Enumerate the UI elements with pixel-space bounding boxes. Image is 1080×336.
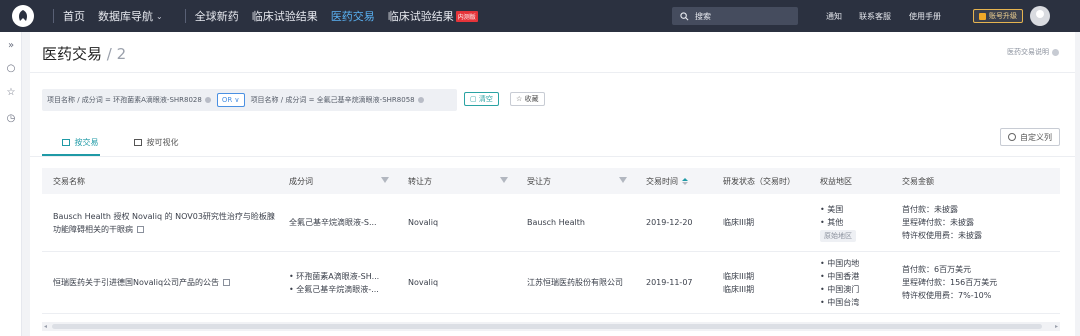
region-tag: 原始地区 — [820, 230, 856, 242]
chevron-down-icon: ⌄ — [156, 11, 163, 21]
app-logo-icon[interactable] — [12, 5, 34, 27]
filter-icon[interactable] — [500, 177, 508, 183]
transferor-cell: Novaliq — [408, 278, 439, 287]
amount-cell: 首付款：6百万美元 里程碑付款：156百万美元 特许权使用费：7%-10% — [902, 265, 998, 300]
chat-icon[interactable]: ○ — [5, 63, 17, 75]
ingredient-cell: 环孢菌素A滴眼液-SH... 全氟己基辛烷滴眼液-... — [278, 252, 397, 313]
question-icon — [1052, 48, 1059, 56]
scroll-right-icon[interactable]: ▸ — [1055, 323, 1058, 330]
crown-icon — [979, 12, 986, 20]
deal-name-cell[interactable]: 恒瑞医药关于引进德国Novaliq公司产品的公告 — [42, 252, 278, 313]
link-contact-support[interactable]: 联系客服 — [859, 0, 891, 32]
tab-by-deal[interactable]: 按交易 — [42, 128, 118, 156]
grid-icon — [133, 138, 142, 146]
dev-status-cell: 临床III期 — [723, 218, 755, 227]
tab-by-visualization[interactable]: 按可视化 — [118, 128, 194, 156]
filter-chip[interactable]: 项目名称 / 成分词 = 全氟己基辛烷滴眼液-SHR8058 — [251, 95, 424, 105]
upgrade-button[interactable]: 账号升级 — [973, 9, 1023, 23]
nav-pharma-deals[interactable]: 医药交易 — [331, 8, 375, 24]
gear-icon — [1008, 133, 1016, 141]
scrollbar-thumb[interactable] — [52, 324, 1042, 329]
region-cell: 美国 其他 原始地区 — [809, 194, 891, 251]
search-icon — [680, 11, 689, 20]
nav-clinical-results[interactable]: 临床试验结果 — [252, 8, 318, 24]
nav-clinical-results-beta[interactable]: 临床试验结果 内测版 — [388, 8, 478, 24]
nav-home[interactable]: 首页 — [63, 8, 85, 24]
divider — [30, 72, 1075, 73]
region-cell: 中国内地 中国香港 中国澳门 中国台湾 — [809, 252, 891, 313]
filter-bar: 项目名称 / 成分词 = 环孢菌素A滴眼液-SHR8028 OR ∨ 项目名称 … — [42, 89, 457, 111]
beta-badge: 内测版 — [455, 10, 478, 22]
nav-global-new-drugs[interactable]: 全球新药 — [195, 8, 239, 24]
top-navbar: 首页 数据库导航 ⌄ 全球新药 临床试验结果 医药交易 临床试验结果 内测版 搜索 … — [0, 0, 1080, 32]
remove-filter-icon[interactable] — [204, 97, 211, 103]
link-notifications[interactable]: 通知 — [826, 0, 842, 32]
column-header-ingredient: 成分词 — [278, 168, 397, 194]
dev-status-cell: 临床III期 临床III期 — [723, 271, 755, 294]
divider — [30, 156, 1075, 157]
external-link-icon[interactable] — [137, 225, 144, 233]
table-row[interactable]: 恒瑞医药关于引进德国Novaliq公司产品的公告 环孢菌素A滴眼液-SH... … — [42, 252, 1060, 314]
clear-filters-button[interactable]: ▢ 清空 — [464, 92, 499, 106]
search-placeholder: 搜索 — [695, 11, 711, 21]
horizontal-scrollbar[interactable]: ◂ ▸ — [42, 322, 1060, 331]
favorite-button[interactable]: ☆ 收藏 — [510, 92, 545, 106]
column-header-region: 权益地区 — [820, 176, 852, 186]
page-title: 医药交易 / 2 — [42, 45, 127, 63]
deal-date-cell: 2019-11-07 — [646, 278, 693, 287]
column-header-deal-date[interactable]: 交易时间 — [635, 168, 712, 194]
help-link[interactable]: 医药交易说明 — [1007, 47, 1059, 57]
star-icon[interactable]: ☆ — [5, 87, 17, 99]
nav-database-guide[interactable]: 数据库导航 ⌄ — [98, 8, 163, 24]
expand-icon[interactable]: » — [5, 40, 17, 52]
remove-filter-icon[interactable] — [417, 97, 424, 103]
filter-icon[interactable] — [619, 177, 627, 183]
external-link-icon[interactable] — [223, 279, 231, 286]
ingredient-cell: 全氟己基辛烷滴眼液-S... — [289, 218, 377, 227]
nav-divider — [184, 9, 186, 23]
table-header: 交易名称 成分词 转让方 受让方 交易时间 研发状态（交易时） 权益地区 交易金… — [42, 168, 1060, 194]
scroll-left-icon[interactable]: ◂ — [44, 323, 47, 330]
search-input[interactable]: 搜索 — [672, 7, 798, 25]
transferee-cell: Bausch Health — [527, 218, 585, 227]
result-count: / 2 — [106, 45, 127, 63]
sort-icon[interactable] — [682, 177, 688, 185]
column-header-transferee: 受让方 — [516, 168, 635, 194]
filter-chip[interactable]: 项目名称 / 成分词 = 环孢菌素A滴眼液-SHR8028 — [42, 95, 211, 105]
column-header-amount: 交易金额 — [902, 176, 934, 186]
deal-date-cell: 2019-12-20 — [646, 218, 693, 227]
clock-icon[interactable]: ◷ — [5, 113, 17, 125]
column-header-transferor: 转让方 — [397, 168, 516, 194]
filter-operator-select[interactable]: OR ∨ — [216, 93, 245, 107]
nav-divider — [53, 9, 54, 23]
amount-cell: 首付款：未披露 里程碑付款：未披露 特许权使用费：未披露 — [902, 205, 982, 240]
custom-columns-button[interactable]: 自定义列 — [1000, 128, 1060, 146]
view-tabs: 按交易 按可视化 — [42, 128, 194, 156]
column-header-deal-name: 交易名称 — [53, 176, 85, 186]
column-header-dev-status: 研发状态（交易时） — [723, 176, 795, 186]
transferor-cell: Novaliq — [408, 218, 439, 227]
left-rail: » ○ ☆ ◷ — [0, 32, 22, 336]
deal-name-cell[interactable]: Bausch Health 授权 Novaliq 的 NOV03研究性治疗与睑板… — [42, 194, 278, 251]
table-row[interactable]: Bausch Health 授权 Novaliq 的 NOV03研究性治疗与睑板… — [42, 194, 1060, 252]
link-user-manual[interactable]: 使用手册 — [909, 0, 941, 32]
table-icon — [61, 138, 70, 146]
filter-icon[interactable] — [381, 177, 389, 183]
avatar[interactable] — [1030, 6, 1050, 26]
deals-table: 交易名称 成分词 转让方 受让方 交易时间 研发状态（交易时） 权益地区 交易金… — [42, 168, 1060, 314]
transferee-cell: 江苏恒瑞医药股份有限公司 — [527, 278, 623, 287]
